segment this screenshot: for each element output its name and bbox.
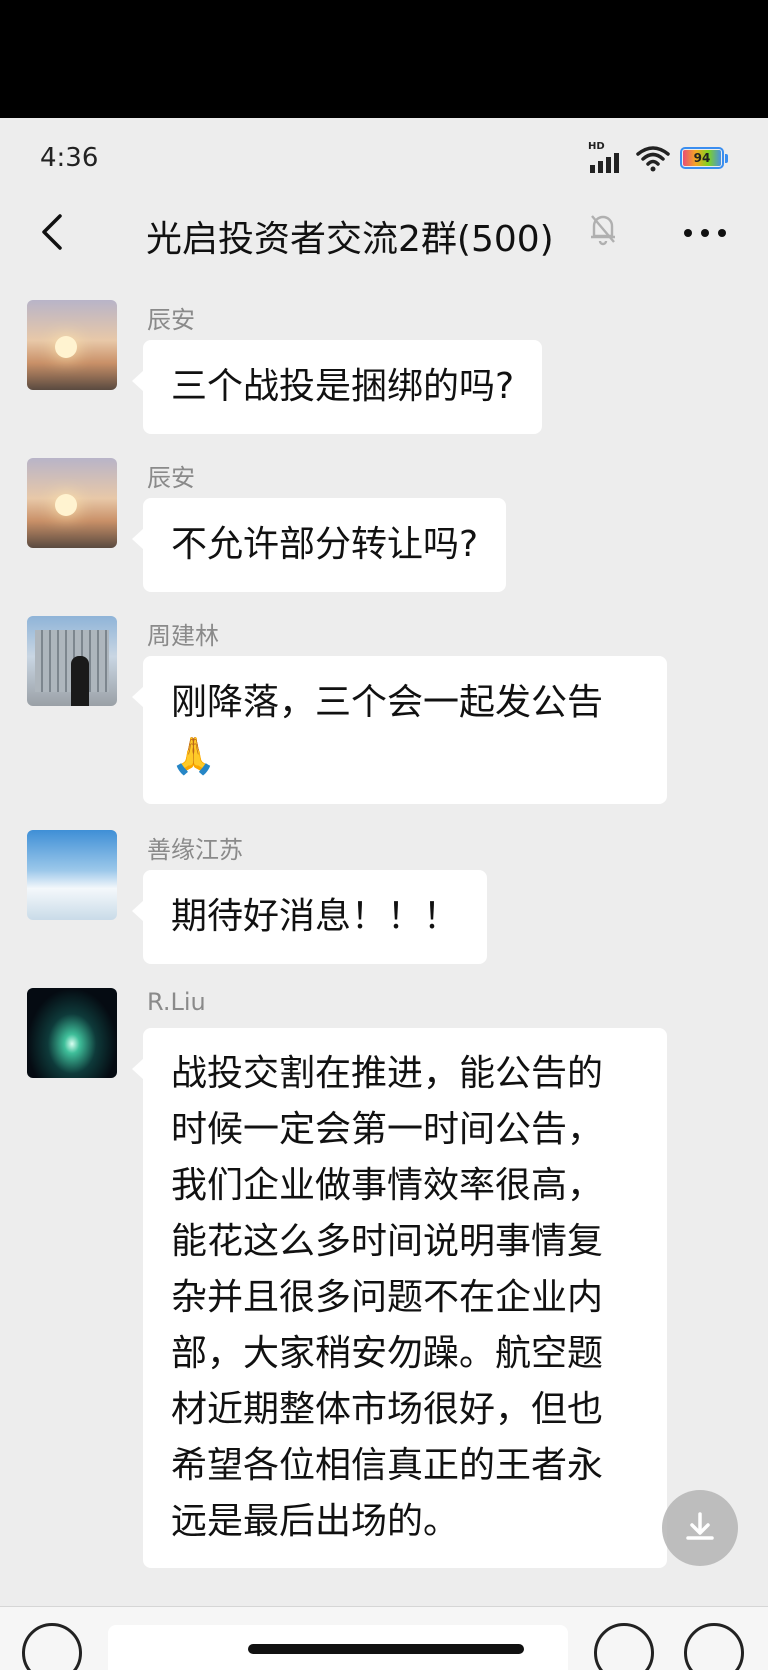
message-line: 战投交割在推进，能公告的 xyxy=(171,1053,604,1094)
download-button[interactable] xyxy=(662,1490,738,1566)
back-arrow-icon[interactable] xyxy=(34,210,74,254)
galaxy-avatar[interactable] xyxy=(27,988,117,1078)
voice-icon[interactable] xyxy=(22,1623,82,1670)
message-line: 部，大家稍安勿躁。航空题 xyxy=(171,1333,604,1374)
message-line: 远是最后出场的。 xyxy=(171,1501,460,1542)
praying-hands-emoji: 🙏 xyxy=(171,736,216,777)
sender-name: 辰安 xyxy=(147,306,195,334)
message-bubble[interactable]: 刚降落，三个会一起发公告 🙏 xyxy=(132,656,667,804)
sender-name: 辰安 xyxy=(147,464,195,492)
message-line: 刚降落，三个会一起发公告 xyxy=(171,682,604,723)
sender-name: 善缘江苏 xyxy=(147,836,243,864)
battery-icon: 94 xyxy=(680,147,728,169)
sender-name: R.Liu xyxy=(147,988,206,1016)
chat-title: 光启投资者交流2群(500) xyxy=(146,219,554,260)
message-line: 能花这么多时间说明事情复 xyxy=(171,1221,604,1262)
signal-icon: HD xyxy=(588,141,626,173)
home-indicator[interactable] xyxy=(248,1644,524,1654)
wifi-icon xyxy=(636,146,670,172)
message-item: 周建林 刚降落，三个会一起发公告 🙏 xyxy=(0,616,768,804)
top-black-band xyxy=(0,0,768,118)
status-bar: 4:36 HD 94 xyxy=(0,118,768,198)
sunset-mountain-avatar[interactable] xyxy=(27,458,117,548)
message-line: 材近期整体市场很好，但也 xyxy=(171,1389,604,1430)
message-item: 辰安 三个战投是捆绑的吗? xyxy=(0,300,768,434)
message-line: 我们企业做事情效率很高， xyxy=(171,1165,604,1206)
download-icon xyxy=(686,1512,714,1540)
sender-name: 周建林 xyxy=(147,622,219,650)
message-bubble[interactable]: 期待好消息！！！ xyxy=(131,870,488,964)
status-icons: HD 94 xyxy=(588,141,728,173)
sunset-mountain-avatar[interactable] xyxy=(27,300,117,390)
message-item: 辰安 不允许部分转让吗? xyxy=(0,458,768,592)
mute-bell-icon xyxy=(591,215,615,246)
message-bubble[interactable]: 战投交割在推进，能公告的 时候一定会第一时间公告， 我们企业做事情效率很高， 能… xyxy=(132,1028,667,1568)
message-line: 杂并且很多问题不在企业内 xyxy=(171,1277,604,1318)
message-bubble[interactable]: 三个战投是捆绑的吗? xyxy=(131,340,543,434)
status-time: 4:36 xyxy=(40,143,99,173)
message-line: 时候一定会第一时间公告， xyxy=(171,1109,604,1150)
message-line: 希望各位相信真正的王者永 xyxy=(171,1445,604,1486)
input-bar xyxy=(0,1606,768,1670)
building-person-avatar[interactable] xyxy=(27,616,117,706)
message-bubble[interactable]: 不允许部分转让吗? xyxy=(131,498,507,592)
plus-icon[interactable] xyxy=(684,1623,744,1670)
battery-level: 94 xyxy=(683,150,721,166)
emoji-icon[interactable] xyxy=(594,1623,654,1670)
network-label: HD xyxy=(588,141,605,152)
chat-header: 光启投资者交流2群(500) xyxy=(0,198,768,268)
more-dots-icon[interactable] xyxy=(680,218,730,248)
snow-mountain-avatar[interactable] xyxy=(27,830,117,920)
